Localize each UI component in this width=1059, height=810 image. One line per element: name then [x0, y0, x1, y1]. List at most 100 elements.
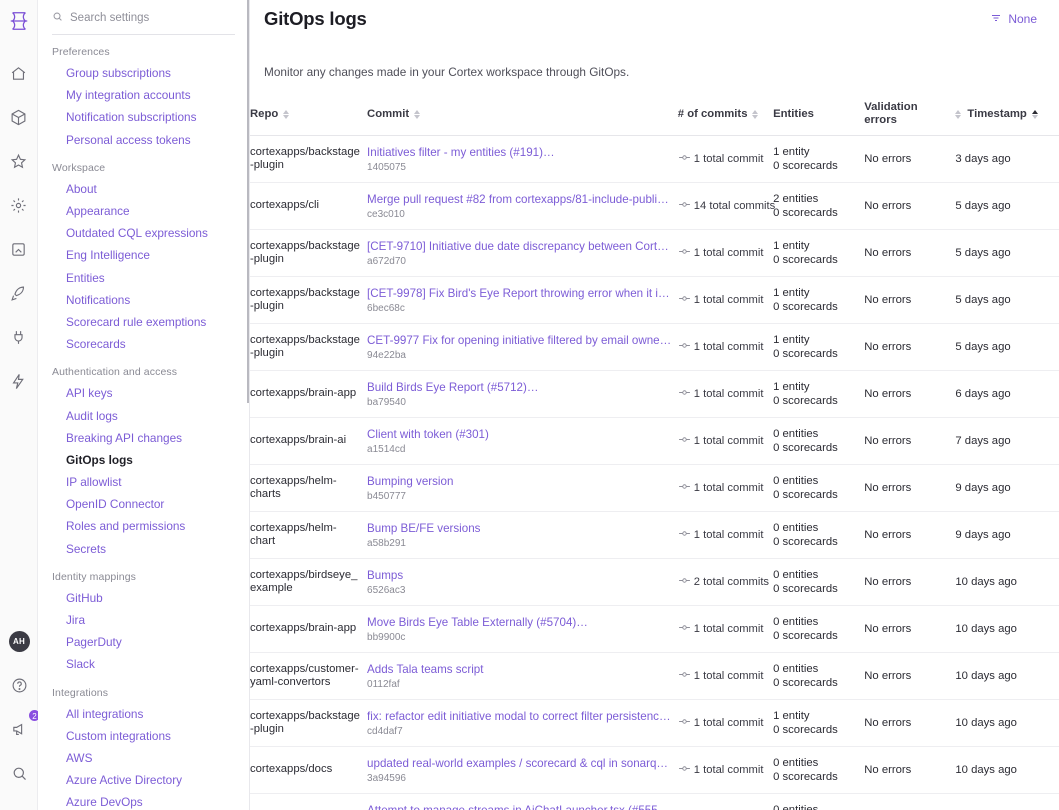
table-row[interactable]: cortexapps/brain-appAttempt to manage st…: [250, 793, 1059, 810]
table-row[interactable]: cortexapps/customer-yaml-convertors Adds …: [250, 652, 1059, 700]
sidebar-item-all-integrations[interactable]: All integrations: [38, 703, 249, 725]
commit-message-link[interactable]: Bump BE/FE versions: [367, 522, 672, 536]
table-row[interactable]: cortexapps/brain-app Move Birds Eye Table…: [250, 605, 1059, 653]
sort-toggle-timestamp-left[interactable]: [955, 109, 962, 119]
sort-toggle-commits-count[interactable]: [752, 109, 759, 119]
commit-message-link[interactable]: Merge pull request #82 from cortexapps/8…: [367, 193, 672, 207]
search-settings-input[interactable]: [70, 12, 235, 24]
table-row[interactable]: cortexapps/backstage-plugin fix: refactor…: [250, 699, 1059, 747]
sidebar-item-breaking-api-changes[interactable]: Breaking API changes: [38, 427, 249, 449]
commit-message-link[interactable]: Client with token (#301): [367, 428, 672, 442]
commit-message-link[interactable]: updated real-world examples / scorecard …: [367, 757, 672, 771]
table-row[interactable]: cortexapps/backstage-plugin Initiatives f…: [250, 135, 1059, 183]
settings-nav: Preferences Group subscriptionsMy integra…: [38, 0, 250, 810]
sidebar-item-appearance[interactable]: Appearance: [38, 200, 249, 222]
sidebar-item-gitops-logs[interactable]: GitOps logs: [38, 449, 249, 471]
sidebar-item-azure-devops[interactable]: Azure DevOps: [38, 791, 249, 810]
gear-icon[interactable]: [4, 190, 34, 220]
sidebar-item-outdated-cql-expressions[interactable]: Outdated CQL expressions: [38, 222, 249, 244]
commit-message-link[interactable]: Move Birds Eye Table Externally (#5704)…: [367, 616, 672, 630]
table-row[interactable]: cortexapps/backstage-plugin [CET-9978] Fi…: [250, 276, 1059, 324]
entities-count: 1 entity: [773, 146, 810, 158]
table-row[interactable]: cortexapps/helm-charts Bumping version b45…: [250, 464, 1059, 512]
commit-message-link[interactable]: Bumps: [367, 569, 672, 583]
sort-indicator-timestamp[interactable]: [1031, 109, 1038, 119]
report-icon[interactable]: [4, 234, 34, 264]
search-icon[interactable]: [4, 758, 34, 788]
sidebar-item-api-keys[interactable]: API keys: [38, 382, 249, 404]
sidebar-item-aws[interactable]: AWS: [38, 747, 249, 769]
table-row[interactable]: cortexapps/birdseye_example Bumps 6526ac3 2…: [250, 558, 1059, 606]
filter-control[interactable]: None: [990, 12, 1037, 27]
cell-commit: Build Birds Eye Report (#5712)… ba79540: [367, 370, 678, 418]
settings-nav-scrollbar[interactable]: [247, 0, 249, 403]
commit-message-link[interactable]: Build Birds Eye Report (#5712)…: [367, 381, 672, 395]
column-header-repo[interactable]: Repo: [250, 95, 368, 136]
rocket-icon[interactable]: [4, 278, 34, 308]
help-circle-icon[interactable]: [4, 670, 34, 700]
sidebar-item-my-integration-accounts[interactable]: My integration accounts: [38, 84, 249, 106]
sort-toggle-repo[interactable]: [283, 109, 290, 119]
commits-count-text: 1 total commit: [693, 623, 764, 635]
commit-message-link[interactable]: Adds Tala teams script: [367, 663, 672, 677]
table-row[interactable]: cortexapps/cli Merge pull request #82 fro…: [250, 182, 1059, 230]
scorecards-count: 0 scorecards: [773, 489, 838, 501]
sidebar-item-slack[interactable]: Slack: [38, 653, 249, 675]
commit-message-link[interactable]: [CET-9978] Fix Bird's Eye Report throwin…: [367, 287, 672, 301]
sidebar-item-azure-active-directory[interactable]: Azure Active Directory: [38, 769, 249, 791]
repo-name: cortexapps/customer-yaml-convertors: [250, 662, 359, 689]
commit-message-link[interactable]: Attempt to manage streams in AiChatLaunc…: [367, 804, 672, 810]
sidebar-item-openid-connector[interactable]: OpenID Connector: [38, 493, 249, 515]
commit-sha: bb9900c: [367, 631, 406, 643]
sidebar-item-notification-subscriptions[interactable]: Notification subscriptions: [38, 106, 249, 128]
plug-icon[interactable]: [4, 322, 34, 352]
sidebar-item-about[interactable]: About: [38, 178, 249, 200]
sidebar-item-group-subscriptions[interactable]: Group subscriptions: [38, 62, 249, 84]
column-header-timestamp[interactable]: Timestamp: [955, 95, 1059, 136]
table-header-row: Repo Commit # of commits Entities Valida…: [250, 95, 1059, 136]
sidebar-item-roles-and-permissions[interactable]: Roles and permissions: [38, 515, 249, 537]
sidebar-item-notifications[interactable]: Notifications: [38, 289, 249, 311]
lightning-icon[interactable]: [4, 366, 34, 396]
column-header-commit[interactable]: Commit: [367, 95, 678, 136]
table-row[interactable]: cortexapps/backstage-plugin CET-9977 Fix …: [250, 323, 1059, 371]
git-commit-icon: [678, 668, 691, 684]
star-icon[interactable]: [4, 146, 34, 176]
cube-icon[interactable]: [4, 102, 34, 132]
sidebar-item-secrets[interactable]: Secrets: [38, 538, 249, 560]
cell-repo: cortexapps/backstage-plugin: [250, 229, 368, 277]
nav-groups: Preferences Group subscriptions My integra…: [38, 35, 249, 810]
commit-message-link[interactable]: Bumping version: [367, 475, 672, 489]
avatar[interactable]: AH: [8, 631, 30, 652]
commit-message-link[interactable]: CET-9977 Fix for opening initiative filt…: [367, 334, 672, 348]
rail-bottom-group: AH 2: [0, 631, 41, 802]
table-row[interactable]: cortexapps/docs updated real-world exampl…: [250, 746, 1059, 794]
table-row[interactable]: cortexapps/backstage-plugin [CET-9710] In…: [250, 229, 1059, 277]
sidebar-item-jira[interactable]: Jira: [38, 609, 249, 631]
commit-message-link[interactable]: fix: refactor edit initiative modal to c…: [367, 710, 672, 724]
sidebar-item-eng-intelligence[interactable]: Eng Intelligence: [38, 244, 249, 266]
sort-toggle-commit[interactable]: [414, 109, 421, 119]
sidebar-item-audit-logs[interactable]: Audit logs: [38, 404, 249, 426]
sidebar-item-pagerduty[interactable]: PagerDuty: [38, 631, 249, 653]
column-header-commits-count[interactable]: # of commits: [677, 95, 774, 136]
sidebar-item-personal-access-tokens[interactable]: Personal access tokens: [38, 129, 249, 151]
sidebar-item-scorecards[interactable]: Scorecards: [38, 333, 249, 355]
sidebar-item-github[interactable]: GitHub: [38, 587, 249, 609]
home-icon[interactable]: [4, 58, 34, 88]
repo-name: cortexapps/backstage-plugin: [250, 145, 360, 172]
sidebar-item-scorecard-rule-exemptions[interactable]: Scorecard rule exemptions: [38, 311, 249, 333]
commits-count-text: 1 total commit: [693, 247, 764, 259]
sidebar-item-ip-allowlist[interactable]: IP allowlist: [38, 471, 249, 493]
cell-entities: 1 entity 0 scorecards: [773, 135, 865, 183]
table-row[interactable]: cortexapps/brain-ai Client with token (#3…: [250, 417, 1059, 465]
commit-message-link[interactable]: [CET-9710] Initiative due date discrepan…: [367, 240, 672, 254]
cortex-logo-icon[interactable]: [4, 6, 34, 36]
table-row[interactable]: cortexapps/helm-chart Bump BE/FE versions…: [250, 511, 1059, 559]
sidebar-item-entities[interactable]: Entities: [38, 267, 249, 289]
table-row[interactable]: cortexapps/brain-app Build Birds Eye Repo…: [250, 370, 1059, 418]
settings-nav-inner: Preferences Group subscriptionsMy integra…: [38, 9, 249, 810]
megaphone-icon[interactable]: 2: [4, 709, 41, 744]
commit-message-link[interactable]: Initiatives filter - my entities (#191)…: [367, 146, 672, 160]
sidebar-item-custom-integrations[interactable]: Custom integrations: [38, 725, 249, 747]
